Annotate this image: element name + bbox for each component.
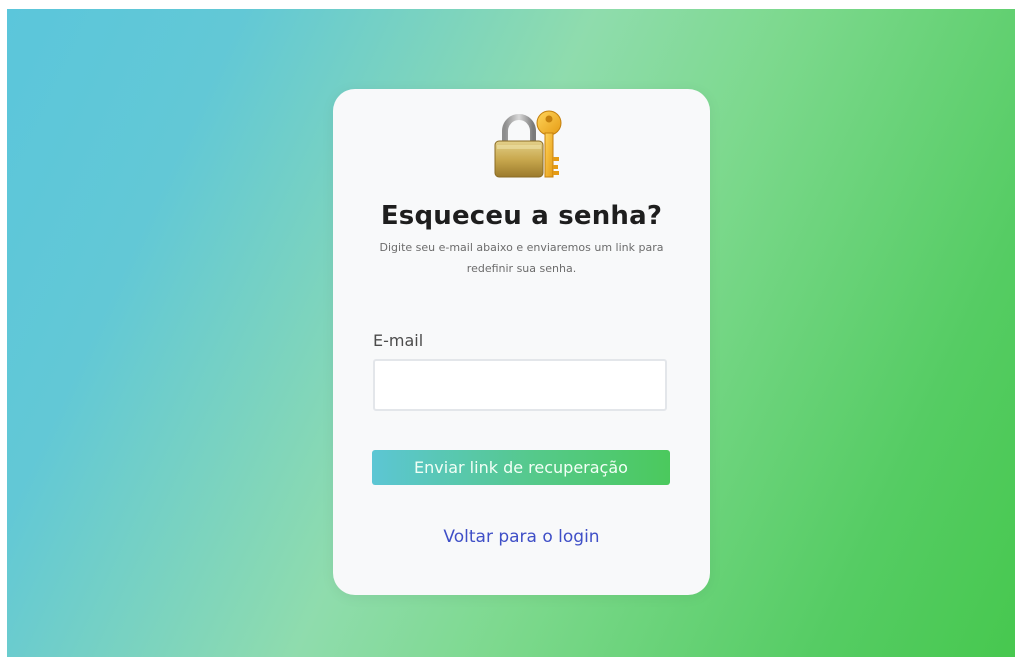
- send-recovery-link-button[interactable]: Enviar link de recuperação: [372, 450, 670, 485]
- back-to-login-link[interactable]: Voltar para o login: [333, 527, 710, 547]
- page-title: Esqueceu a senha?: [380, 201, 663, 231]
- forgot-password-card: Esqueceu a senha? Digite seu e-mail abai…: [333, 89, 710, 595]
- email-label: E-mail: [373, 331, 424, 350]
- lock-with-key-icon: [494, 110, 562, 178]
- email-field[interactable]: [373, 359, 667, 411]
- page-subtitle: Digite seu e-mail abaixo e enviaremos um…: [379, 241, 664, 275]
